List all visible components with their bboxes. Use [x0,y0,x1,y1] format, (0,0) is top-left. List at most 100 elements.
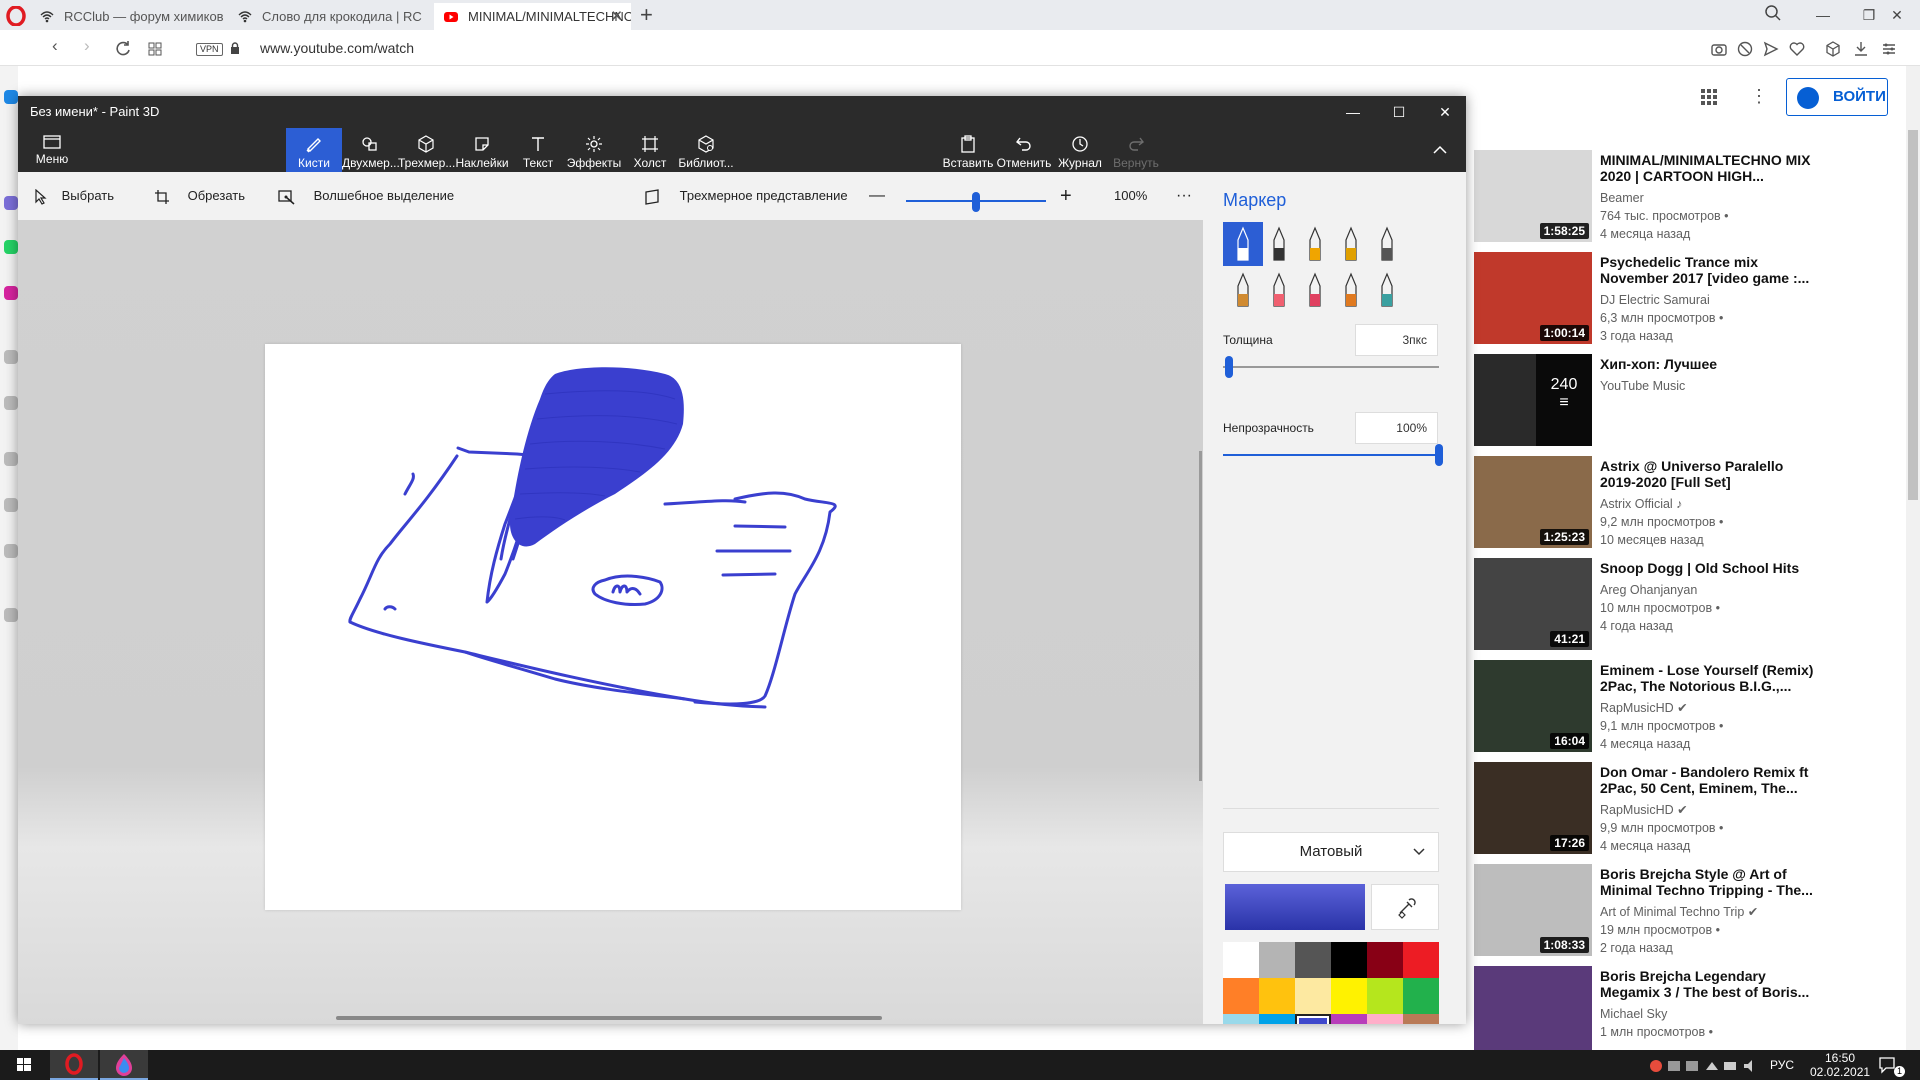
minimize-button[interactable]: — [1330,96,1376,128]
clock[interactable]: 16:50 02.02.2021 [1810,1051,1870,1079]
video-title[interactable]: Eminem - Lose Yourself (Remix) 2Pac, The… [1600,662,1818,694]
zoom-slider-thumb[interactable] [972,192,980,212]
video-channel[interactable]: Astrix Official ♪ [1600,495,1818,513]
reload-icon[interactable] [114,40,132,58]
fill-bucket-brush[interactable] [1367,268,1407,312]
current-color-swatch[interactable] [1225,884,1365,930]
send-icon[interactable] [4,396,18,410]
paint3d-taskbar-icon[interactable] [100,1050,148,1080]
minimize-button[interactable]: — [1800,0,1846,30]
video-title[interactable]: Astrix @ Universo Paralello 2019-2020 [F… [1600,458,1818,490]
crayon-brush[interactable] [1295,268,1335,312]
video-info[interactable]: Astrix @ Universo Paralello 2019-2020 [F… [1600,458,1818,549]
url-field[interactable]: www.youtube.com/watch [260,40,414,56]
tool-text[interactable]: Текст [510,128,566,172]
tool-3d-shapes[interactable]: Трехмер... [398,128,455,172]
video-channel[interactable]: Michael Sky [1600,1005,1818,1023]
tab-search-icon[interactable] [1764,4,1782,22]
video-thumbnail[interactable]: 1:08:33 [1474,864,1592,956]
spray-can-brush[interactable] [1331,268,1371,312]
horizontal-scrollbar[interactable] [336,1016,882,1020]
start-button[interactable] [0,1050,48,1080]
calligraphy-pen-brush[interactable] [1259,222,1299,266]
collapse-toolbar-icon[interactable] [1420,128,1460,172]
heart-icon[interactable] [1788,40,1806,58]
video-thumbnail[interactable]: 1:00:14 [1474,252,1592,344]
color-swatch[interactable] [1367,978,1403,1014]
thickness-slider[interactable] [1223,366,1439,368]
color-swatch[interactable] [1295,1014,1331,1024]
drawing-canvas[interactable] [265,344,961,910]
3d-view-button[interactable]: Трехмерное представление [644,172,848,220]
messenger-icon[interactable] [4,196,18,210]
video-thumbnail[interactable]: 1:58:25 [1474,150,1592,242]
video-thumbnail[interactable]: 1:25:23 [1474,456,1592,548]
extensions-cube-icon[interactable] [1824,40,1842,58]
browser-tab[interactable]: RCClub — форум химиков | R [30,3,227,30]
video-thumbnail[interactable]: 240 ≡ [1474,354,1592,446]
color-swatch[interactable] [1223,942,1259,978]
video-info[interactable]: Don Omar - Bandolero Remix ft 2Pac, 50 C… [1600,764,1818,855]
pencil-brush[interactable] [1223,268,1263,312]
maximize-button[interactable]: ☐ [1376,96,1422,128]
eyedropper-button[interactable] [1371,884,1439,930]
video-channel[interactable]: Beamer [1600,189,1818,207]
page-scrollbar-thumb[interactable] [1908,130,1918,500]
zoom-out-button[interactable]: — [869,172,885,220]
magic-select-button[interactable]: Волшебное выделение [278,172,454,220]
tool-stickers[interactable]: Наклейки [454,128,510,172]
gear-icon[interactable] [4,544,18,558]
color-swatch[interactable] [1331,1014,1367,1024]
tool-brush[interactable]: Кисти [286,128,342,172]
new-tab-button[interactable]: + [640,2,653,28]
tool-history[interactable]: Журнал [1052,128,1108,172]
more-options-icon[interactable]: ··· [1176,172,1192,220]
video-channel[interactable]: Areg Ohanjanyan [1600,581,1818,599]
color-swatch[interactable] [1295,942,1331,978]
video-thumbnail[interactable]: 17:26 [1474,762,1592,854]
color-swatch[interactable] [1259,1014,1295,1024]
zoom-in-button[interactable]: + [1060,172,1072,220]
opera-menu-icon[interactable] [6,6,26,26]
watercolor-brush[interactable] [1331,222,1371,266]
video-channel[interactable]: YouTube Music [1600,377,1818,395]
location-icon[interactable] [4,608,18,622]
video-info[interactable]: Eminem - Lose Yourself (Remix) 2Pac, The… [1600,662,1818,753]
video-channel[interactable]: Art of Minimal Techno Trip ✔ [1600,903,1818,921]
color-swatch[interactable] [1331,942,1367,978]
thickness-input[interactable]: 3пкс [1355,324,1438,356]
tray-icons[interactable] [1650,1058,1760,1074]
color-swatch[interactable] [1259,978,1295,1014]
vpn-badge[interactable]: VPN [196,43,223,56]
video-channel[interactable]: RapMusicHD ✔ [1600,699,1818,717]
eraser-brush[interactable] [1259,268,1299,312]
thickness-slider-thumb[interactable] [1225,356,1234,378]
tool-canvas[interactable]: Холст [622,128,678,172]
video-thumbnail[interactable]: 41:21 [1474,558,1592,650]
color-swatch[interactable] [1331,978,1367,1014]
zoom-value[interactable]: 100% [1114,172,1147,220]
lock-icon[interactable] [230,42,240,55]
messenger-icon[interactable] [4,90,18,104]
color-swatch[interactable] [1403,978,1439,1014]
video-title[interactable]: MINIMAL/MINIMALTECHNO MIX 2020 | CARTOON… [1600,152,1818,184]
video-channel[interactable]: RapMusicHD ✔ [1600,801,1818,819]
easy-setup-icon[interactable] [1880,40,1898,58]
color-swatch[interactable] [1295,978,1331,1014]
video-info[interactable]: Snoop Dogg | Old School Hits Areg Ohanjan… [1600,560,1818,635]
crop-button[interactable]: Обрезать [154,172,245,220]
history-icon[interactable] [4,350,18,364]
vertical-scrollbar[interactable] [1199,451,1202,781]
clock-icon[interactable] [4,498,18,512]
video-title[interactable]: Snoop Dogg | Old School Hits [1600,560,1818,576]
video-title[interactable]: Boris Brejcha Legendary Megamix 3 / The … [1600,968,1818,1000]
video-title[interactable]: Хип-хоп: Лучшее [1600,356,1818,372]
tool-paste[interactable]: Вставить [940,128,996,172]
adblock-icon[interactable] [1736,40,1754,58]
download-icon[interactable] [1852,40,1870,58]
tool-2d-shapes[interactable]: Двухмер... [342,128,400,172]
tool-undo[interactable]: Отменить [996,128,1052,172]
video-info[interactable]: Psychedelic Trance mix November 2017 [vi… [1600,254,1818,345]
video-info[interactable]: Хип-хоп: Лучшее YouTube Music [1600,356,1818,395]
video-thumbnail[interactable] [1474,966,1592,1058]
